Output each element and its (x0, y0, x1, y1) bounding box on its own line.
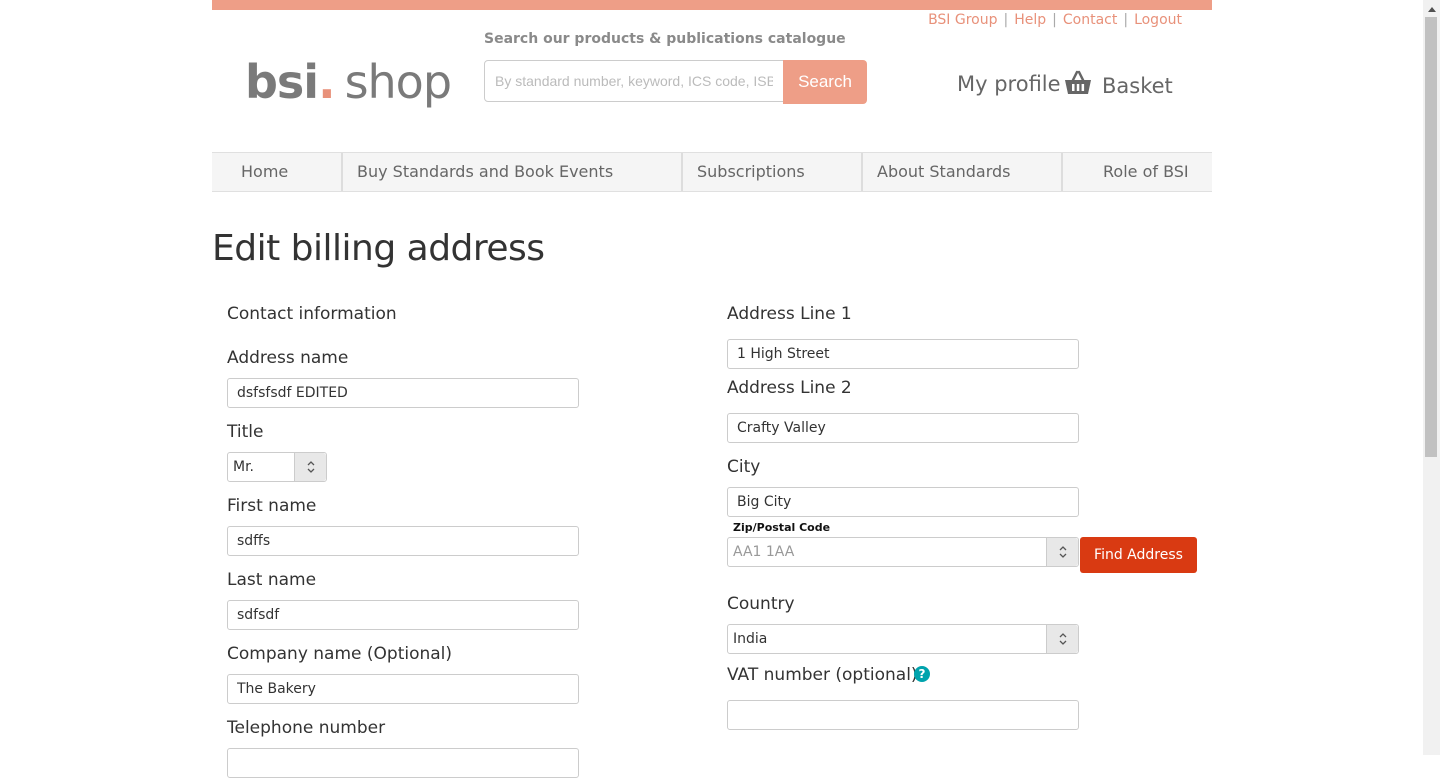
address-line-2-label: Address Line 2 (727, 378, 852, 398)
vat-number-label: VAT number (optional) (727, 665, 918, 685)
country-label: Country (727, 594, 795, 614)
address-name-label: Address name (227, 348, 349, 368)
my-profile-link[interactable]: My profile (957, 72, 1061, 96)
country-select[interactable]: India (727, 624, 1079, 654)
vertical-scrollbar[interactable] (1423, 0, 1440, 755)
city-label: City (727, 457, 761, 477)
chevron-updown-icon (1046, 625, 1078, 653)
telephone-field[interactable] (227, 748, 579, 778)
nav-item-role-of-bsi[interactable]: Role of BSI (1063, 153, 1212, 191)
nav-item-home[interactable]: Home (212, 153, 343, 191)
logout-link[interactable]: Logout (1134, 12, 1182, 28)
nav-item-subscriptions[interactable]: Subscriptions (683, 153, 863, 191)
scroll-up-icon[interactable] (1423, 0, 1440, 17)
bsi-group-link[interactable]: BSI Group (928, 12, 997, 28)
divider: | (1052, 12, 1057, 28)
help-link[interactable]: Help (1014, 12, 1046, 28)
city-field[interactable] (727, 487, 1079, 517)
logo-dot: . (318, 55, 336, 109)
first-name-field[interactable] (227, 526, 579, 556)
nav-item-buy-standards[interactable]: Buy Standards and Book Events (343, 153, 683, 191)
company-name-field[interactable] (227, 674, 579, 704)
search-input[interactable] (484, 60, 784, 102)
address-name-field[interactable] (227, 378, 579, 408)
first-name-label: First name (227, 496, 317, 516)
contact-link[interactable]: Contact (1063, 12, 1117, 28)
divider: | (1003, 12, 1009, 28)
divider: | (1123, 12, 1129, 28)
chevron-updown-icon (294, 453, 326, 481)
find-address-button[interactable]: Find Address (1080, 537, 1197, 573)
utility-links: BSI Group | Help | Contact | Logout (928, 12, 1182, 28)
logo-bsi: bsi (245, 55, 319, 109)
logo-shop: shop (344, 55, 452, 109)
page: BSI Group | Help | Contact | Logout bsi. shop S… (212, 0, 1212, 778)
main-nav: Home Buy Standards and Book Events Subsc… (212, 152, 1212, 192)
bsi-shop-logo[interactable]: bsi. shop (245, 52, 452, 112)
search-label: Search our products & publications catal… (484, 31, 846, 47)
zip-label: Zip/Postal Code (733, 521, 831, 534)
last-name-label: Last name (227, 570, 317, 590)
top-accent-bar (212, 0, 1212, 10)
address-line-1-field[interactable] (727, 339, 1079, 369)
company-name-label: Company name (Optional) (227, 644, 453, 664)
telephone-label: Telephone number (227, 718, 386, 738)
basket-label: Basket (1102, 73, 1173, 98)
address-line-1-label: Address Line 1 (727, 304, 852, 324)
nav-item-about-standards[interactable]: About Standards (863, 153, 1063, 191)
zip-field[interactable]: AA1 1AA (727, 537, 1079, 567)
country-select-value: India (733, 631, 768, 647)
last-name-field[interactable] (227, 600, 579, 630)
scrollbar-thumb[interactable] (1425, 17, 1437, 457)
title-label: Title (227, 422, 264, 442)
help-icon[interactable]: ? (914, 666, 930, 682)
basket-link[interactable]: Basket (1064, 70, 1173, 101)
basket-icon (1064, 70, 1102, 101)
search-button[interactable]: Search (783, 60, 867, 104)
address-line-2-field[interactable] (727, 413, 1079, 443)
vat-number-field[interactable] (727, 700, 1079, 730)
page-title: Edit billing address (212, 228, 545, 269)
section-contact-information: Contact information (227, 304, 397, 324)
zip-placeholder: AA1 1AA (733, 544, 795, 560)
title-select[interactable]: Mr. (227, 452, 327, 482)
chevron-updown-icon (1046, 538, 1078, 566)
title-select-value: Mr. (233, 459, 254, 475)
